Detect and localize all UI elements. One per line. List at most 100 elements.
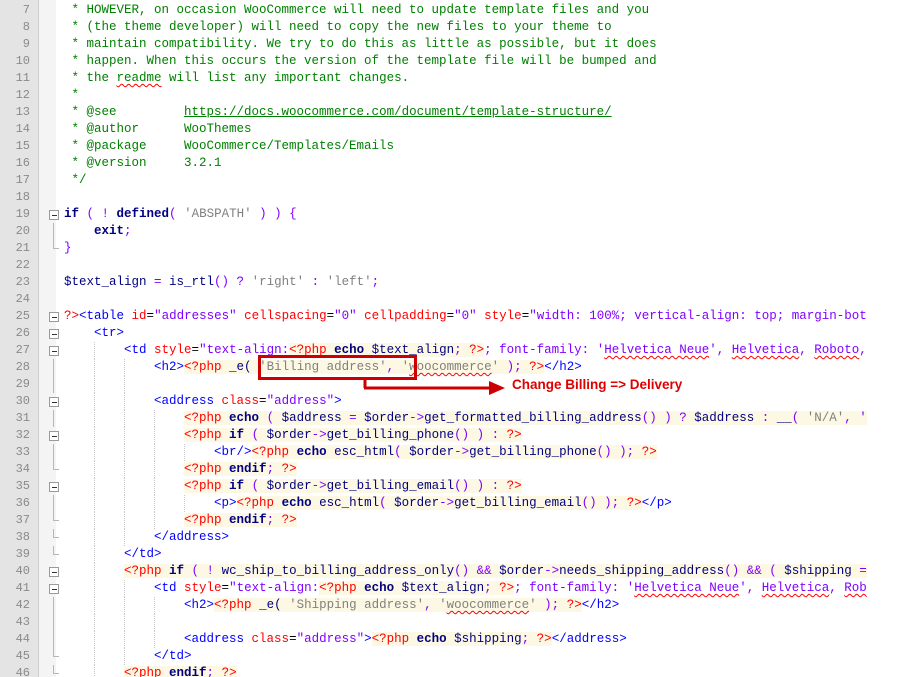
- code-line[interactable]: 11 * the readme will list any important …: [0, 70, 920, 87]
- code-line[interactable]: 18: [0, 189, 920, 206]
- code-area[interactable]: 7 * HOWEVER, on occasion WooCommerce wil…: [0, 0, 920, 677]
- code-line[interactable]: 32 <?php if ( $order->get_billing_phone(…: [0, 427, 920, 444]
- code-token: * HOWEVER, on occasion WooCommerce will …: [64, 3, 650, 17]
- code-line[interactable]: 45 </td>: [0, 648, 920, 665]
- fold-toggle-icon[interactable]: [49, 346, 59, 356]
- code-token: echo: [356, 581, 402, 595]
- code-line[interactable]: 39 </td>: [0, 546, 920, 563]
- fold-end-marker: [53, 665, 59, 674]
- fold-toggle-icon[interactable]: [49, 567, 59, 577]
- code-text: <p><?php echo esc_html( $order->get_bill…: [64, 495, 672, 512]
- code-line[interactable]: 20 exit;: [0, 223, 920, 240]
- code-line[interactable]: 23 $text_align = is_rtl() ? 'right' : 'le…: [0, 274, 920, 291]
- fold-line: [53, 444, 54, 461]
- fold-toggle-icon[interactable]: [49, 584, 59, 594]
- code-line[interactable]: 25 ?><table id="addresses" cellspacing="0…: [0, 308, 920, 325]
- code-line[interactable]: 27 <td style="text-align:<?php echo $tex…: [0, 342, 920, 359]
- code-line[interactable]: 34 <?php endif; ?>: [0, 461, 920, 478]
- code-token: (: [266, 411, 282, 425]
- annotation-text: Change Billing => Delivery: [512, 377, 683, 392]
- code-line[interactable]: 19 if ( ! defined( 'ABSPATH' ) ) {: [0, 206, 920, 223]
- code-token: ; font-family:: [484, 343, 597, 357]
- code-line[interactable]: 10 * happen. When this occurs the versio…: [0, 53, 920, 70]
- code-token: _e(: [221, 360, 260, 374]
- code-line[interactable]: 22: [0, 257, 920, 274]
- code-token: defined: [116, 207, 170, 221]
- code-line[interactable]: 14 * @author WooThemes: [0, 121, 920, 138]
- code-line[interactable]: 13 * @see https://docs.woocommerce.com/d…: [0, 104, 920, 121]
- code-token: ;: [266, 513, 282, 527]
- code-token: get_billing_phone: [326, 428, 455, 442]
- line-number: 24: [15, 292, 30, 306]
- code-line[interactable]: 12 *: [0, 87, 920, 104]
- fold-toggle-icon[interactable]: [49, 397, 59, 407]
- code-token: ;: [371, 275, 380, 289]
- code-token: =: [259, 394, 267, 408]
- code-line[interactable]: 31 <?php echo ( $address = $order->get_f…: [0, 410, 920, 427]
- code-line[interactable]: 8 * (the theme developer) will need to c…: [0, 19, 920, 36]
- code-line[interactable]: 44 <address class="address"><?php echo $…: [0, 631, 920, 648]
- code-token: will list any important changes.: [161, 71, 410, 85]
- code-text: ?><table id="addresses" cellspacing="0" …: [64, 308, 867, 325]
- code-token: </address>: [551, 632, 627, 646]
- code-line[interactable]: 21}: [0, 240, 920, 257]
- code-text: }: [64, 240, 72, 257]
- line-number: 42: [15, 598, 30, 612]
- code-line[interactable]: 35 <?php if ( $order->get_billing_email(…: [0, 478, 920, 495]
- code-token: (: [379, 496, 395, 510]
- line-number: 26: [15, 326, 30, 340]
- code-line[interactable]: 36 <p><?php echo esc_html( $order->get_b…: [0, 495, 920, 512]
- code-line[interactable]: 38 </address>: [0, 529, 920, 546]
- code-line[interactable]: 46 <?php endif; ?>: [0, 665, 920, 677]
- fold-toggle-icon[interactable]: [49, 431, 59, 441]
- code-line[interactable]: 37 <?php endif; ?>: [0, 512, 920, 529]
- code-editor[interactable]: 7 * HOWEVER, on occasion WooCommerce wil…: [0, 0, 920, 677]
- code-token: ,: [424, 598, 440, 612]
- indent-guide: [154, 614, 156, 631]
- code-token: style: [184, 581, 222, 595]
- code-line[interactable]: 26 <tr>: [0, 325, 920, 342]
- code-line[interactable]: 42 <h2><?php _e( 'Shipping address', 'wo…: [0, 597, 920, 614]
- code-token: echo: [289, 445, 335, 459]
- code-line[interactable]: 33 <br/><?php echo esc_html( $order->get…: [0, 444, 920, 461]
- line-number: 12: [15, 88, 30, 102]
- code-line[interactable]: 16 * @version 3.2.1: [0, 155, 920, 172]
- code-line[interactable]: 28 <h2><?php _e( 'Billing address', 'woo…: [0, 359, 920, 376]
- fold-line: [53, 359, 54, 376]
- line-number: 32: [15, 428, 30, 442]
- line-number: 29: [15, 377, 30, 391]
- code-line[interactable]: 43: [0, 614, 920, 631]
- code-token: <br/>: [214, 445, 252, 459]
- line-number: 40: [15, 564, 30, 578]
- fold-toggle-icon[interactable]: [49, 312, 59, 322]
- code-token: Helvetica: [731, 343, 800, 357]
- code-token: "0": [454, 309, 477, 323]
- code-token: ->: [454, 445, 470, 459]
- code-line[interactable]: 40 <?php if ( ! wc_ship_to_billing_addre…: [0, 563, 920, 580]
- line-number: 31: [15, 411, 30, 425]
- code-token: 'left': [326, 275, 372, 289]
- code-token: exit: [94, 224, 125, 238]
- code-token: ,: [829, 581, 845, 595]
- code-line[interactable]: 17 */: [0, 172, 920, 189]
- code-token: ?>: [221, 666, 237, 677]
- line-number: 28: [15, 360, 30, 374]
- fold-toggle-icon[interactable]: [49, 210, 59, 220]
- fold-toggle-icon[interactable]: [49, 329, 59, 339]
- code-line[interactable]: 24: [0, 291, 920, 308]
- code-text: <?php if ( $order->get_billing_phone() )…: [64, 427, 522, 444]
- code-line[interactable]: 9 * maintain compatibility. We try to do…: [0, 36, 920, 53]
- code-line[interactable]: 41 <td style="text-align:<?php echo $tex…: [0, 580, 920, 597]
- code-line[interactable]: 15 * @package WooCommerce/Templates/Emai…: [0, 138, 920, 155]
- fold-toggle-icon[interactable]: [49, 482, 59, 492]
- code-token: $order: [364, 411, 410, 425]
- code-text: <h2><?php _e( 'Shipping address', 'wooco…: [64, 597, 619, 614]
- code-line[interactable]: 7 * HOWEVER, on occasion WooCommerce wil…: [0, 2, 920, 19]
- code-token: </h2>: [544, 360, 582, 374]
